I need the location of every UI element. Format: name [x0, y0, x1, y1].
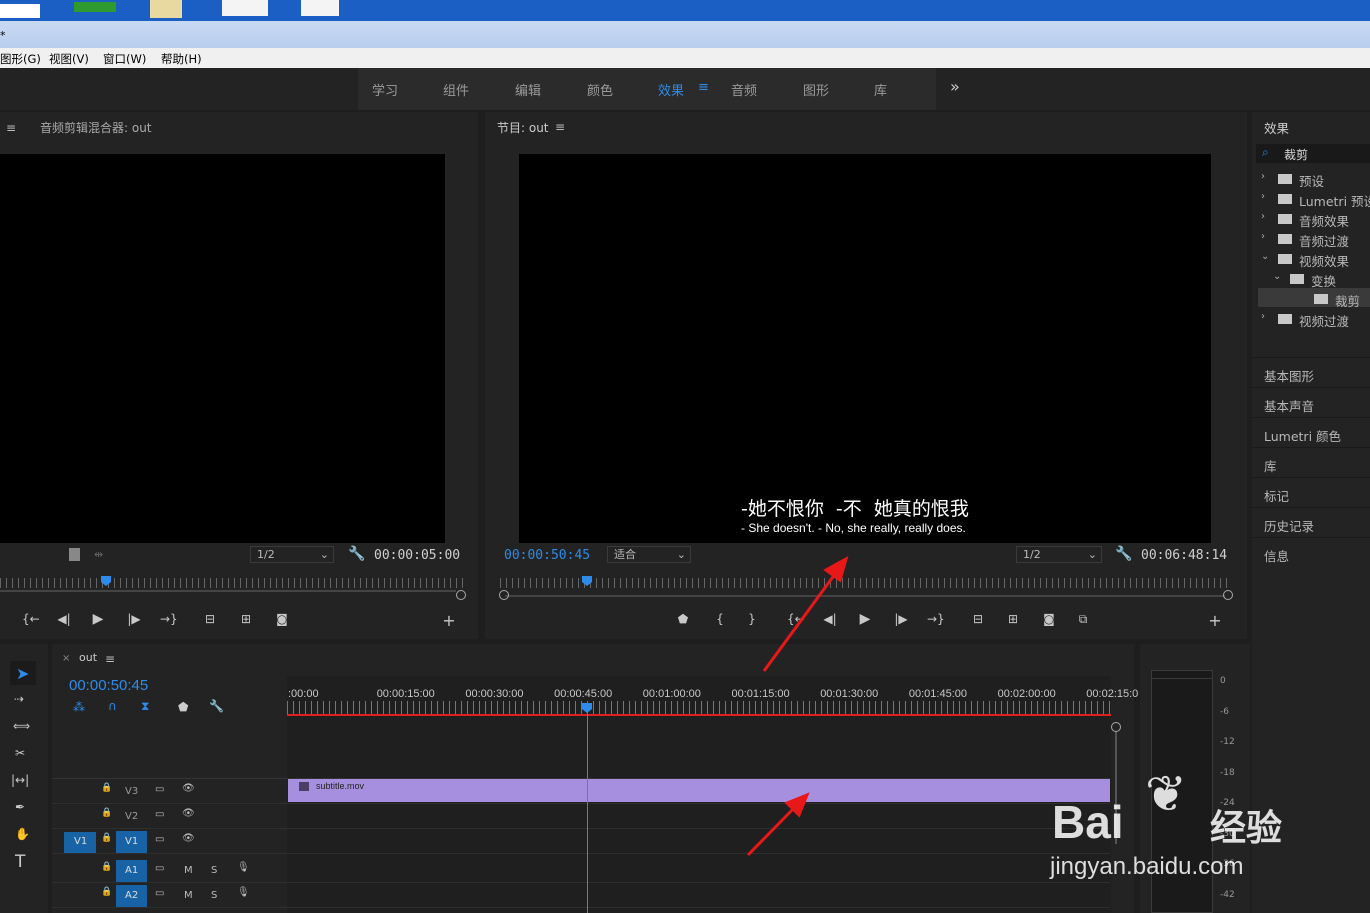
baidu-watermark: Bai ❦ 经验 jingyan.baidu.com	[1050, 765, 1350, 885]
watermark-url: jingyan.baidu.com	[1050, 853, 1244, 880]
watermark-brand: Bai	[1052, 796, 1124, 848]
red-arrow-1	[762, 555, 849, 672]
watermark-cn: 经验	[1210, 808, 1283, 849]
red-arrow-2	[746, 792, 810, 857]
paw-logo-icon: ❦	[1145, 765, 1187, 823]
